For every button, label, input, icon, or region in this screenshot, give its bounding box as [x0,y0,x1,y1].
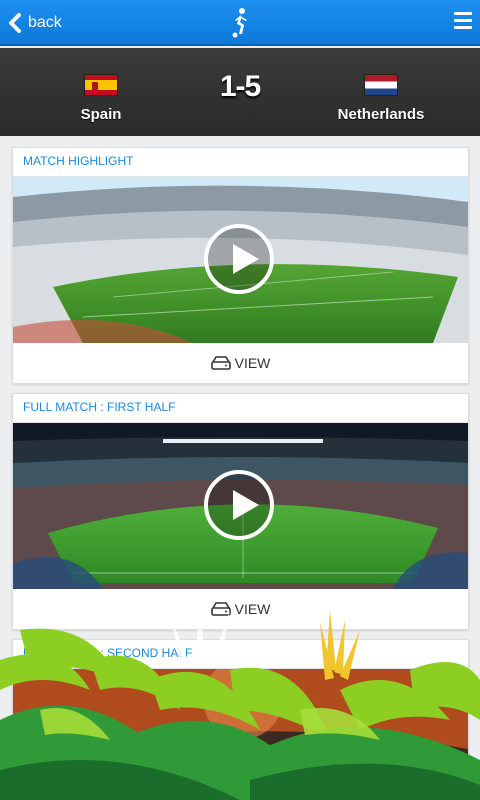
video-thumbnail[interactable] [13,669,468,800]
match-score-header: Spain 1-5 Netherlands [0,48,480,136]
stadium-sunset-image [13,669,468,800]
away-team-name: Netherlands [337,106,425,123]
play-button[interactable] [204,470,274,540]
hard-drive-icon [210,356,231,370]
video-card-second-half: FULL MATCH : SECOND HALF [12,639,469,800]
netherlands-flag-icon [364,74,398,96]
video-card-highlight: MATCH HIGHLIGHT VIEW [12,147,469,384]
video-card-first-half: FULL MATCH : FIRST HALF VIEW [12,393,469,630]
spain-flag-icon [84,74,118,96]
home-team-name: Spain [80,106,122,123]
video-thumbnail[interactable] [13,423,468,589]
view-label: VIEW [234,601,271,617]
play-button[interactable] [204,224,274,294]
away-team: Netherlands [311,74,451,123]
video-thumbnail[interactable] [13,177,468,343]
hard-drive-icon [210,602,231,616]
video-title: FULL MATCH : FIRST HALF [13,394,468,423]
app-screen: back Spain 1-5 Netherlands MATCH HIGHLIG… [0,0,480,800]
soccer-player-icon [232,8,247,38]
view-label: VIEW [234,355,271,371]
chevron-left-icon [9,13,21,33]
back-button[interactable]: back [8,8,62,38]
match-score: 1-5 [219,70,261,103]
view-button[interactable]: VIEW [13,589,468,629]
view-button[interactable]: VIEW [13,343,468,383]
home-team: Spain [31,74,171,123]
back-label: back [28,14,62,31]
video-title: MATCH HIGHLIGHT [13,148,468,177]
top-bar: back [0,0,480,46]
video-title: FULL MATCH : SECOND HALF [13,640,468,669]
hamburger-menu-icon[interactable] [454,12,472,32]
